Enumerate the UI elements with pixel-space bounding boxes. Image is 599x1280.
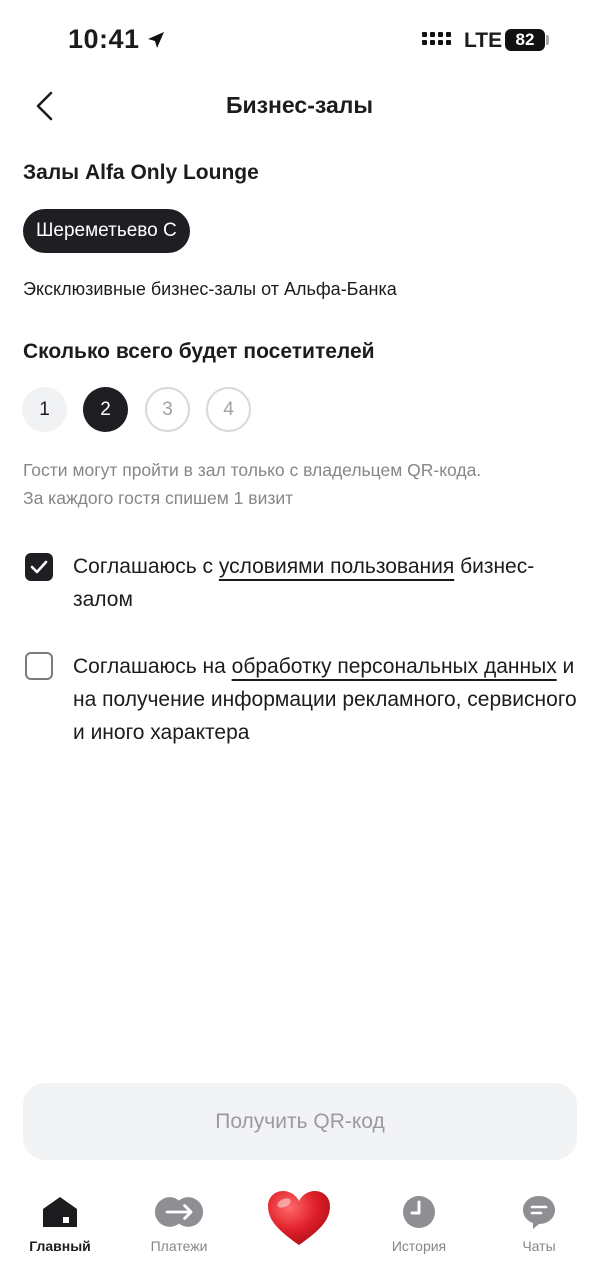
- page-title: Бизнес-залы: [225, 92, 374, 118]
- location-arrow-icon: [147, 31, 164, 48]
- tab-home-label: Главный: [29, 1238, 91, 1254]
- tab-history-label: История: [391, 1238, 447, 1254]
- visitors-hint-line1: Гости могут пройти в зал только с владел…: [23, 460, 482, 480]
- battery-cap: [546, 35, 549, 45]
- visitor-option-4[interactable]: 4: [206, 387, 251, 432]
- tab-payments[interactable]: Платежи: [124, 1192, 234, 1254]
- tab-payments-label: Платежи: [150, 1238, 208, 1254]
- visitor-option-1[interactable]: 1: [22, 387, 67, 432]
- battery-icon: 82: [505, 29, 545, 51]
- visitors-hint: Гости могут пройти в зал только с владел…: [23, 456, 583, 512]
- status-time: 10:41: [68, 24, 166, 55]
- tab-bar: Главный Платежи История Чаты: [0, 1180, 599, 1280]
- network-type: LTE: [464, 29, 503, 52]
- clock-icon: [394, 1192, 444, 1232]
- heart-icon: [264, 1188, 334, 1248]
- airport-chip[interactable]: Шереметьево С: [23, 209, 190, 253]
- home-icon: [35, 1192, 85, 1232]
- personal-data-text: Соглашаюсь на обработку персональных дан…: [73, 650, 583, 749]
- tab-home[interactable]: Главный: [5, 1192, 115, 1254]
- visitors-hint-line2: За каждого гостя спишем 1 визит: [23, 488, 294, 508]
- get-qr-button[interactable]: Получить QR-код: [23, 1083, 577, 1160]
- chat-icon: [514, 1192, 564, 1232]
- terms-prefix: Соглашаюсь с: [73, 555, 219, 578]
- terms-checkbox[interactable]: [25, 553, 53, 581]
- transfer-icon: [154, 1192, 204, 1232]
- terms-link[interactable]: условиями пользования: [219, 555, 454, 578]
- checkmark-icon: [30, 560, 48, 574]
- screen: 10:41 LTE 82 Бизнес-залы Залы Alfa Only …: [0, 0, 599, 1280]
- personal-data-prefix: Соглашаюсь на: [73, 655, 232, 678]
- lounges-description: Эксклюзивные бизнес-залы от Альфа-Банка: [23, 279, 397, 299]
- terms-text: Соглашаюсь с условиями пользования бизне…: [73, 550, 583, 616]
- tab-chats[interactable]: Чаты: [484, 1192, 594, 1254]
- status-bar: 10:41 LTE 82: [0, 0, 599, 80]
- visitors-title: Сколько всего будет посетителей: [23, 340, 375, 363]
- status-time-text: 10:41: [68, 24, 140, 54]
- visitor-option-2[interactable]: 2: [83, 387, 128, 432]
- visitor-option-3[interactable]: 3: [145, 387, 190, 432]
- personal-data-checkbox[interactable]: [25, 652, 53, 680]
- lounges-title: Залы Alfa Only Lounge: [23, 161, 259, 184]
- signal-icon: [422, 32, 451, 45]
- tab-favorite[interactable]: [244, 1188, 354, 1248]
- tab-chats-label: Чаты: [522, 1238, 556, 1254]
- tab-history[interactable]: История: [364, 1192, 474, 1254]
- personal-data-link[interactable]: обработку персональных данных: [232, 655, 557, 678]
